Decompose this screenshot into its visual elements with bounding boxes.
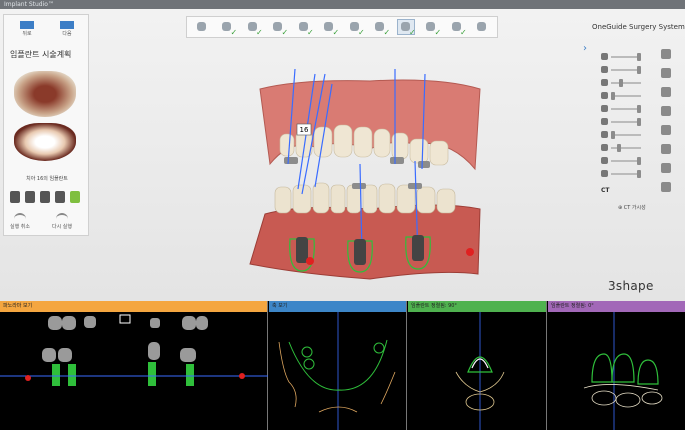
redo-icon [56, 213, 68, 221]
visibility-sliders [597, 51, 647, 181]
abutment-option-icon[interactable] [25, 191, 35, 203]
implant-caption: 치아 16의 임플란트 [26, 176, 68, 182]
view-back-icon[interactable] [661, 144, 671, 154]
axial-view-header: 축 보기 [269, 301, 406, 312]
hand-icon[interactable] [194, 20, 210, 34]
ct-label: CT [601, 187, 610, 194]
print-icon[interactable] [474, 20, 490, 34]
view-presets [661, 49, 675, 201]
history-controls: 실행 취소 다시 실행 [10, 213, 72, 230]
arrow-right-icon [60, 21, 74, 29]
visibility-slider[interactable] [597, 90, 647, 103]
axial-view[interactable]: 축 보기 [269, 301, 407, 430]
check-icon: ✓ [307, 28, 314, 37]
undo-label: 실행 취소 [10, 224, 30, 230]
visibility-slider[interactable] [597, 129, 647, 142]
visibility-slider[interactable] [597, 77, 647, 90]
view-iso-icon[interactable] [661, 163, 671, 173]
visibility-slider[interactable] [597, 51, 647, 64]
panel-title: 임플란트 시술계획 [10, 50, 72, 59]
back-button[interactable]: 뒤로 [10, 19, 44, 43]
implant-90-view[interactable]: 임플란트 정렬됨: 90° [408, 301, 547, 430]
visibility-slider[interactable] [597, 116, 647, 129]
implant-type-selector [10, 191, 80, 203]
check-icon: ✓ [281, 28, 289, 37]
next-button[interactable]: 다음 [50, 19, 84, 43]
workflow-toolbar: ✓ ✓ ✓ ✓ ✓ ✓ ✓ ✓ ✓ ✓ [186, 16, 498, 38]
visibility-slider[interactable] [597, 64, 647, 77]
arrow-left-icon [20, 21, 34, 29]
drill-icon[interactable]: ✓ [423, 20, 442, 37]
crown-icon[interactable]: ✓ [321, 20, 340, 37]
expand-panel-icon[interactable]: › [583, 43, 587, 54]
check-icon: ✓ [358, 28, 365, 37]
implant-icon[interactable]: ✓ [347, 20, 365, 37]
guide-icon [601, 144, 608, 151]
back-label: 뒤로 [22, 31, 32, 37]
panoramic-view-header: 파노라마 보기 [0, 301, 267, 312]
3shape-logo: 3shape [608, 279, 654, 293]
window-title: Implant Studio™ [0, 0, 685, 9]
tooth-number-label: 16 [300, 126, 309, 134]
crosssection-icon[interactable]: ✓ [296, 20, 314, 37]
workspace: 뒤로 다음 임플란트 시술계획 치아 16의 임플란트 실행 취소 다시 실행 [0, 9, 685, 301]
drill-icon [601, 157, 608, 164]
view-bottom-icon[interactable] [661, 87, 671, 97]
visibility-slider[interactable] [597, 168, 647, 181]
implant-0-view-header: 임플란트 정렬됨: 0° [548, 301, 685, 312]
implant-0-view[interactable]: 임플란트 정렬됨: 0° [548, 301, 685, 430]
check-icon: ✓ [383, 28, 391, 37]
nerve-icon [601, 105, 608, 112]
view-left-icon[interactable] [661, 106, 671, 116]
implant-icon [601, 118, 608, 125]
tooth-icon[interactable]: ✓ [270, 20, 289, 37]
check-icon: ✓ [409, 28, 416, 37]
redo-label: 다시 실행 [52, 224, 72, 230]
sleeve-icon [601, 131, 608, 138]
visibility-slider[interactable] [597, 103, 647, 116]
guide-icon[interactable]: ✓ [396, 19, 416, 37]
implant-selected-icon[interactable] [70, 191, 80, 203]
visibility-slider[interactable] [597, 155, 647, 168]
export-icon[interactable]: ✓ [449, 20, 467, 37]
scan-icon[interactable]: ✓ [219, 20, 238, 37]
axis-icon [601, 170, 608, 177]
sleeve-option-icon[interactable] [40, 191, 50, 203]
upper-scan-icon [601, 53, 608, 60]
check-icon: ✓ [256, 28, 263, 37]
check-icon: ✓ [434, 28, 442, 37]
check-icon: ✓ [332, 28, 340, 37]
undo-button[interactable]: 실행 취소 [10, 213, 30, 230]
redo-button[interactable]: 다시 실행 [52, 213, 72, 230]
drill-option-icon[interactable] [55, 191, 65, 203]
3d-viewport[interactable]: 16 [240, 68, 500, 299]
next-label: 다음 [62, 31, 72, 37]
view-top-icon[interactable] [661, 68, 671, 78]
panoramic-view[interactable]: 파노라마 보기 [0, 301, 268, 430]
2d-views: 파노라마 보기 축 보기 임플란트 정렬됨: 90° 임플란트 정렬됨: 0° [0, 301, 685, 430]
workflow-panel: 뒤로 다음 임플란트 시술계획 치아 16의 임플란트 실행 취소 다시 실행 [3, 14, 89, 236]
bone-icon [601, 92, 608, 99]
ct-toggle-icon: ⊕ [618, 205, 623, 211]
product-name: OneGuide Surgery System [592, 23, 685, 31]
view-front-icon[interactable] [661, 49, 671, 59]
ct-visibility-toggle[interactable]: ⊕ CT 가시성 [618, 204, 646, 211]
check-icon: ✓ [460, 28, 467, 37]
implant-90-view-header: 임플란트 정렬됨: 90° [408, 301, 546, 312]
visibility-slider[interactable] [597, 142, 647, 155]
upper-jaw-thumbnail[interactable] [14, 71, 76, 117]
lower-jaw-thumbnail[interactable] [14, 123, 76, 161]
sleeve-icon[interactable]: ✓ [372, 20, 391, 37]
ct-visibility-label: CT 가시성 [623, 205, 646, 211]
wax-up-icon [601, 79, 608, 86]
check-icon: ✓ [230, 28, 238, 37]
align-icon[interactable]: ✓ [245, 20, 263, 37]
implant-option-icon[interactable] [10, 191, 20, 203]
lower-scan-icon [601, 66, 608, 73]
view-right-icon[interactable] [661, 125, 671, 135]
view-reset-icon[interactable] [661, 182, 671, 192]
undo-icon [14, 213, 26, 221]
